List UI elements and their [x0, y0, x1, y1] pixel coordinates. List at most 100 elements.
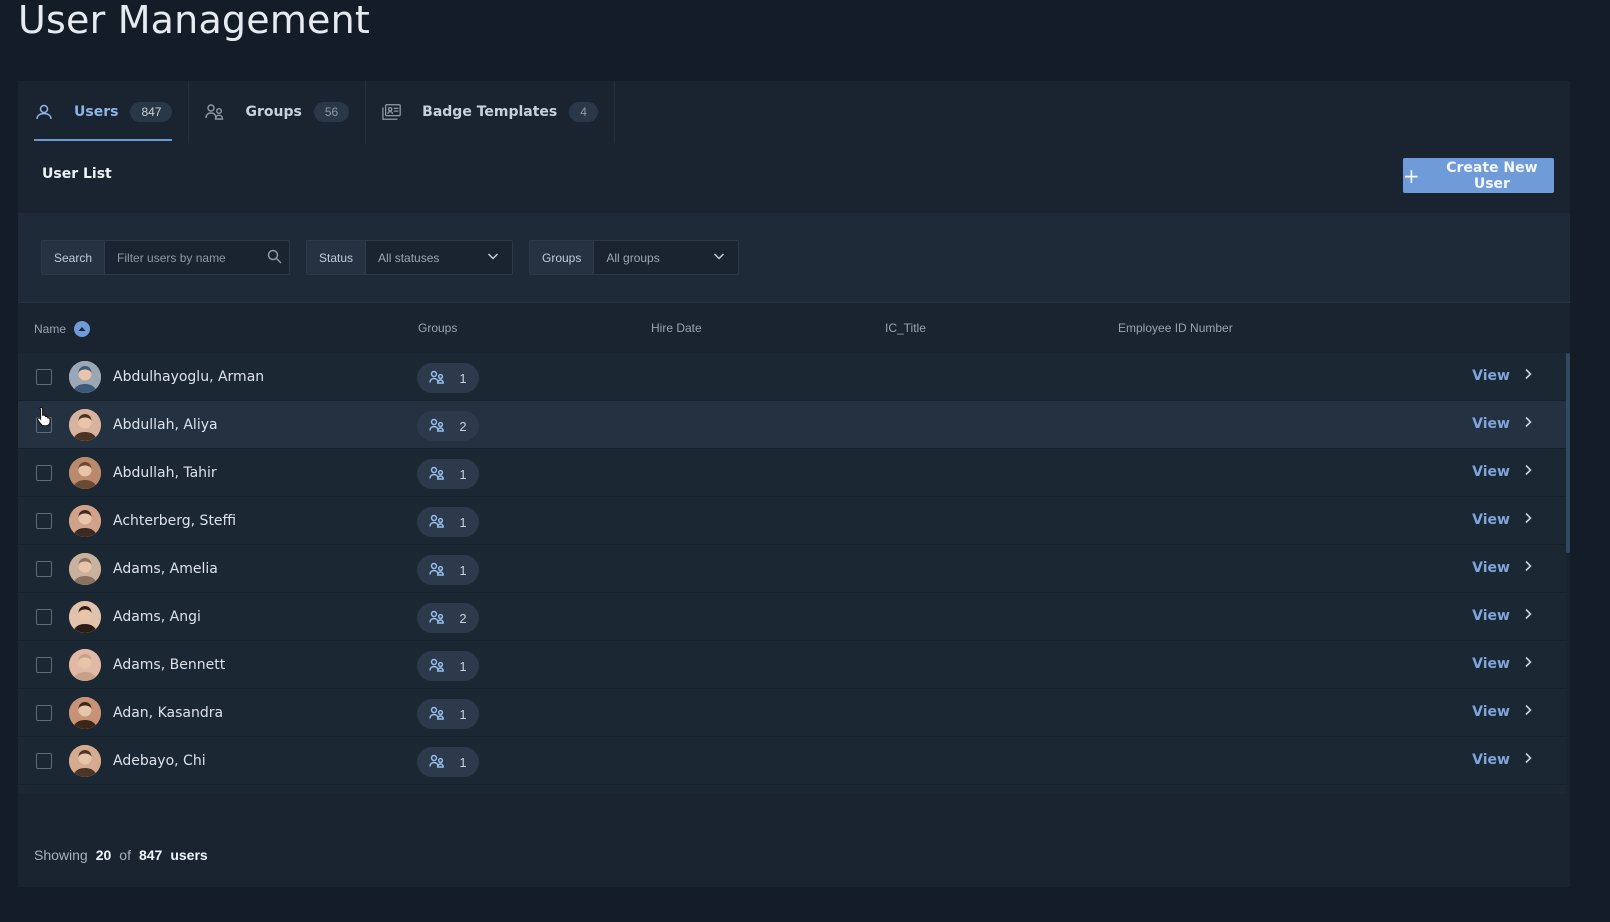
footer-total-count: 847 [138, 847, 163, 863]
group-count: 2 [459, 610, 467, 626]
footer-of: of [119, 847, 131, 863]
tab-badge-templates-count: 4 [569, 102, 598, 122]
group-count: 1 [459, 466, 467, 482]
user-table-body: Abdulhayoglu, Arman 1 View Abdullah, Ali… [18, 353, 1566, 794]
view-user-link[interactable]: View [1472, 464, 1532, 480]
view-user-link[interactable]: View [1472, 704, 1532, 720]
view-label: View [1472, 608, 1510, 624]
footer-shown-count: 20 [95, 847, 112, 863]
search-icon[interactable] [267, 249, 282, 267]
user-name: Abdullah, Tahir [113, 465, 217, 481]
groups-filter[interactable]: Groups All groups [529, 240, 739, 275]
status-select-value: All statuses [378, 250, 440, 265]
table-scrollbar[interactable] [1566, 353, 1570, 553]
row-select-checkbox[interactable] [36, 705, 52, 721]
table-row[interactable]: Abdullah, Aliya 2 View [18, 401, 1566, 449]
row-select-checkbox[interactable] [36, 561, 52, 577]
group-count-badge[interactable]: 1 [417, 459, 479, 489]
table-row[interactable]: Adebayo, Chi 1 View [18, 737, 1566, 785]
view-label: View [1472, 512, 1510, 528]
create-new-user-button[interactable]: + Create New User [1403, 158, 1554, 193]
group-count: 2 [459, 418, 467, 434]
view-label: View [1472, 368, 1510, 384]
status-label: Status [307, 241, 367, 274]
tab-bar: Users 847 Groups 56 Badge Templates 4 [18, 81, 615, 143]
status-select[interactable]: All statuses [366, 241, 512, 274]
column-header-ic-title: IC_Title [885, 321, 926, 335]
view-label: View [1472, 464, 1510, 480]
view-user-link[interactable]: View [1472, 608, 1532, 624]
status-filter[interactable]: Status All statuses [306, 240, 513, 275]
tab-badge-templates[interactable]: Badge Templates 4 [366, 81, 615, 143]
table-row[interactable]: Adan, Kasandra 1 View [18, 689, 1566, 737]
group-count-badge[interactable]: 1 [417, 555, 479, 585]
group-count-badge[interactable]: 1 [417, 651, 479, 681]
tab-groups-count: 56 [313, 102, 350, 122]
groups-icon [429, 466, 445, 483]
table-row[interactable]: Adams, Bennett 1 View [18, 641, 1566, 689]
tab-groups[interactable]: Groups 56 [189, 81, 367, 143]
row-select-checkbox[interactable] [36, 657, 52, 673]
tab-badge-templates-label: Badge Templates [422, 104, 558, 120]
user-name: Achterberg, Steffi [113, 513, 237, 529]
view-user-link[interactable]: View [1472, 368, 1532, 384]
column-header-groups: Groups [418, 321, 458, 335]
table-row-partial [18, 785, 1566, 794]
row-select-checkbox[interactable] [36, 369, 52, 385]
groups-select[interactable]: All groups [594, 241, 738, 274]
view-user-link[interactable]: View [1472, 752, 1532, 768]
groups-icon [429, 370, 445, 387]
table-row[interactable]: Adams, Angi 2 View [18, 593, 1566, 641]
group-count: 1 [459, 514, 467, 530]
group-count: 1 [459, 658, 467, 674]
groups-label: Groups [530, 241, 595, 274]
avatar [69, 409, 101, 441]
mouse-pointer-icon [37, 406, 51, 426]
row-select-checkbox[interactable] [36, 609, 52, 625]
group-count-badge[interactable]: 1 [417, 699, 479, 729]
avatar [69, 457, 101, 489]
groups-select-value: All groups [606, 250, 660, 265]
pagination-summary: Showing 20 of 847 users [34, 847, 208, 863]
groups-icon [429, 754, 445, 771]
group-count-badge[interactable]: 1 [417, 363, 479, 393]
user-name: Adams, Bennett [113, 657, 226, 673]
view-label: View [1472, 704, 1510, 720]
chevron-down-icon [486, 249, 500, 266]
group-count-badge[interactable]: 1 [417, 747, 479, 777]
view-user-link[interactable]: View [1472, 416, 1532, 432]
group-count: 1 [459, 370, 467, 386]
groups-icon [429, 562, 445, 579]
user-name: Adebayo, Chi [113, 753, 206, 769]
view-label: View [1472, 560, 1510, 576]
search-input[interactable] [117, 250, 268, 265]
view-user-link[interactable]: View [1472, 512, 1532, 528]
table-row[interactable]: Adams, Amelia 1 View [18, 545, 1566, 593]
chevron-right-icon [1524, 416, 1532, 432]
chevron-right-icon [1524, 752, 1532, 768]
row-select-checkbox[interactable] [36, 513, 52, 529]
group-count-badge[interactable]: 1 [417, 507, 479, 537]
view-user-link[interactable]: View [1472, 656, 1532, 672]
column-header-name[interactable]: Name [34, 321, 91, 337]
view-user-link[interactable]: View [1472, 560, 1532, 576]
groups-icon [429, 418, 445, 435]
plus-icon: + [1403, 163, 1420, 188]
row-select-checkbox[interactable] [36, 753, 52, 769]
tab-users-label: Users [74, 104, 119, 120]
chevron-right-icon [1524, 464, 1532, 480]
table-row[interactable]: Achterberg, Steffi 1 View [18, 497, 1566, 545]
table-row[interactable]: Abdulhayoglu, Arman 1 View [18, 353, 1566, 401]
filter-bar: Search Status All statuses Groups All gr… [18, 213, 1570, 303]
chevron-right-icon [1524, 368, 1532, 384]
table-row[interactable]: Abdullah, Tahir 1 View [18, 449, 1566, 497]
chevron-right-icon [1524, 704, 1532, 720]
search-label: Search [42, 241, 106, 274]
group-count-badge[interactable]: 2 [417, 411, 479, 441]
footer-suffix: users [170, 847, 208, 863]
tab-users[interactable]: Users 847 [18, 81, 190, 143]
group-count-badge[interactable]: 2 [417, 603, 479, 633]
row-select-checkbox[interactable] [36, 465, 52, 481]
sort-ascending-icon[interactable] [74, 321, 91, 337]
avatar [69, 697, 101, 729]
